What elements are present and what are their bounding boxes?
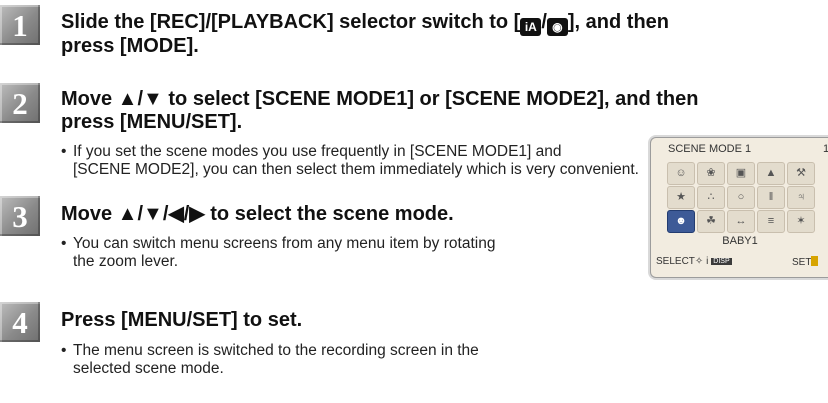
sports-icon[interactable]: ⚒ (787, 162, 815, 185)
step-2-bullet-line2: [SCENE MODE2], you can then select them … (73, 161, 639, 178)
step-2-heading-line1: Move ▲/▼ to select [SCENE MODE1] or [SCE… (61, 88, 699, 110)
step-4-heading: Press [MENU/SET] to set. (61, 309, 303, 331)
step-number-3: 3 (0, 196, 40, 236)
night-scenery-icon[interactable]: ∴ (697, 186, 725, 209)
step-1-heading-line2: press [MODE]. (61, 35, 199, 57)
info-icon: i (703, 256, 709, 267)
step-2-heading-line2: press [MENU/SET]. (61, 111, 243, 133)
candle-light-icon[interactable]: ♃ (787, 186, 815, 209)
step-1-heading-text-b: ], and then (567, 11, 669, 33)
lcd-title: SCENE MODE 1 (668, 143, 752, 155)
step-4-bullet-line1: The menu screen is switched to the recor… (73, 342, 479, 359)
lcd-page-number: 1 (823, 143, 828, 155)
step-4-bullet-line2: selected scene mode. (73, 360, 224, 377)
baby-icon[interactable]: ☻ (667, 210, 695, 233)
step-2-bullet-line1: If you set the scene modes you use frequ… (73, 143, 562, 160)
step-1-heading: Slide the [REC]/[PLAYBACK] selector swit… (61, 11, 669, 36)
lcd-select-text: SELECT (656, 256, 695, 267)
pet-icon[interactable]: ☘ (697, 210, 725, 233)
night-portrait-icon[interactable]: ★ (667, 186, 695, 209)
camera-icon: ◉ (546, 18, 568, 36)
step-1-heading-text-a: Slide the [REC]/[PLAYBACK] selector swit… (61, 11, 521, 33)
step-number-2: 2 (0, 83, 40, 123)
menu-set-icon (811, 256, 819, 266)
display-chip-icon: DISP (711, 258, 732, 265)
step-3-bullet-line1: You can switch menu screens from any men… (73, 235, 496, 252)
starry-sky-icon[interactable]: ✶ (787, 210, 815, 233)
step-number-4: 4 (0, 302, 40, 342)
step-2-bullet: • If you set the scene modes you use freq… (61, 143, 562, 161)
bullet-dot: • (61, 143, 67, 160)
step-3-bullet: • You can switch menu screens from any me… (61, 235, 495, 253)
food-icon[interactable]: ○ (727, 186, 755, 209)
bullet-dot: • (61, 342, 67, 359)
portrait-icon[interactable]: ☺ (667, 162, 695, 185)
sunset-icon[interactable]: ↔ (727, 210, 755, 233)
bullet-dot: • (61, 235, 67, 252)
self-portrait-icon[interactable]: ▣ (727, 162, 755, 185)
step-3-heading: Move ▲/▼/◀/▶ to select the scene mode. (61, 203, 454, 225)
step-4-bullet: • The menu screen is switched to the reco… (61, 342, 479, 360)
party-icon[interactable]: ‖ (757, 186, 785, 209)
step-number-1: 1 (0, 5, 40, 45)
high-sensitivity-icon[interactable]: ≡ (757, 210, 785, 233)
camera-lcd-screenshot: SCENE MODE 1 1 ☺❀▣▲⚒ ★∴○‖♃ ☻☘↔≡✶ BABY1 SEL… (650, 137, 828, 278)
lcd-selected-scene: BABY1 (722, 235, 758, 247)
scenery-icon[interactable]: ▲ (757, 162, 785, 185)
soft-skin-icon[interactable]: ❀ (697, 162, 725, 185)
intelligent-auto-icon: iA (520, 18, 542, 36)
lcd-select-hint: SELECT✧ i DISP (656, 256, 732, 267)
lcd-set-hint: SET (792, 256, 819, 268)
lcd-set-text: SET (792, 257, 812, 268)
step-3-bullet-line2: the zoom lever. (73, 253, 179, 270)
